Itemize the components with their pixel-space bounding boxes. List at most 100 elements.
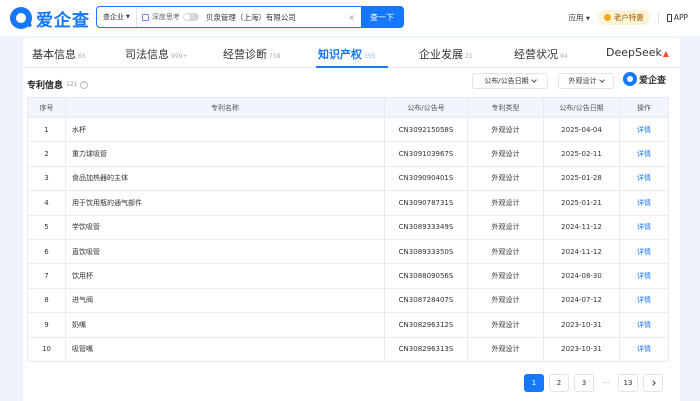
cell-type: 外观设计 — [467, 190, 544, 216]
cell-pub-no: CN308933350S — [384, 238, 468, 265]
app-download-link[interactable]: APP — [666, 13, 688, 22]
header-right: 应用 ▼ 老户特惠 APP — [569, 10, 688, 25]
logo-mark-icon — [10, 7, 32, 29]
search-box: 查企业 ▼ 深度思考 × 查一下 — [96, 6, 404, 28]
cell-name: 水杯 — [65, 116, 385, 143]
clear-icon[interactable]: × — [342, 13, 361, 22]
deep-think-toggle[interactable]: 深度思考 — [137, 12, 204, 22]
pagination: 1 2 3 ··· 13 — [524, 374, 663, 392]
tab-operating-status[interactable]: 经营状况 94 — [514, 46, 568, 62]
details-link[interactable]: 详情 — [637, 199, 651, 207]
patent-type-select[interactable]: 外观设计 — [558, 73, 614, 89]
chevron-down-icon — [598, 77, 605, 83]
date-sort-label: 公布/公告日期 — [484, 77, 529, 85]
page-button-last[interactable]: 13 — [618, 374, 638, 392]
col-header-op: 操作 — [619, 97, 669, 118]
cell-name: 进气阀 — [65, 287, 385, 314]
details-link[interactable]: 详情 — [637, 150, 651, 158]
details-link[interactable]: 详情 — [637, 126, 651, 134]
cell-date: 2024-11-12 — [543, 238, 620, 265]
tab-business-diagnosis[interactable]: 经营诊断 758 — [223, 46, 280, 62]
cell-no: 10 — [27, 336, 66, 362]
cell-op: 详情 — [619, 238, 669, 265]
help-icon[interactable]: ? — [80, 80, 89, 89]
tab-label: DeepSeek — [606, 46, 662, 59]
cell-op: 详情 — [619, 190, 669, 216]
details-link[interactable]: 详情 — [637, 248, 651, 256]
cell-date: 2024-08-30 — [543, 263, 620, 289]
details-link[interactable]: 详情 — [637, 223, 651, 231]
search-button[interactable]: 查一下 — [361, 7, 403, 27]
cell-date: 2025-01-21 — [543, 190, 620, 216]
cell-pub-no: CN308296313S — [384, 336, 468, 362]
tab-count: 355 — [364, 53, 376, 60]
cell-date: 2024-07-12 — [543, 287, 620, 314]
app-menu-label: 应用 — [568, 13, 584, 22]
app-label: APP — [673, 13, 688, 22]
cell-date: 2024-11-12 — [543, 214, 620, 240]
toggle-switch[interactable] — [182, 13, 199, 21]
cell-type: 外观设计 — [467, 165, 544, 192]
table-header-row: 序号 专利名称 公布/公告号 专利类型 公布/公告日期 操作 — [27, 97, 669, 118]
details-link[interactable]: 详情 — [637, 174, 651, 182]
col-header-type: 专利类型 — [467, 97, 544, 118]
cell-type: 外观设计 — [467, 141, 544, 167]
cell-no: 6 — [27, 238, 66, 265]
cell-type: 外观设计 — [467, 116, 544, 143]
table-row: 10 吸管嘴 CN308296313S 外观设计 2023-10-31 详情 — [27, 336, 669, 362]
logo[interactable]: 爱企查 — [10, 6, 90, 31]
cell-name: 用于饮用瓶的通气部件 — [65, 190, 385, 216]
cell-name: 饮用杯 — [65, 263, 385, 289]
search-scope-label: 查企业 — [103, 13, 124, 21]
tab-count: 999+ — [171, 53, 188, 60]
cell-name: 直饮吸管 — [65, 238, 385, 265]
divider — [657, 12, 659, 23]
top-header: 爱企查 查企业 ▼ 深度思考 × 查一下 应用 ▼ 老户特惠 APP — [0, 0, 700, 36]
tab-label: 企业发展 — [419, 48, 463, 61]
tab-basic-info[interactable]: 基本信息 65 — [32, 46, 86, 62]
page-button-1[interactable]: 1 — [524, 374, 544, 392]
patent-table: 序号 专利名称 公布/公告号 专利类型 公布/公告日期 操作 1 水杯 CN3092… — [27, 97, 669, 362]
cell-name: 奶嘴 — [65, 312, 385, 338]
details-link[interactable]: 详情 — [637, 296, 651, 304]
tab-enterprise-development[interactable]: 企业发展 21 — [419, 46, 473, 62]
cell-pub-no: CN308728407S — [384, 287, 468, 314]
cell-op: 详情 — [619, 116, 669, 143]
section-title-text: 专利信息 — [27, 81, 64, 91]
tab-deepseek[interactable]: DeepSeek▲ — [606, 46, 669, 59]
cell-name: 吸管嘴 — [65, 336, 385, 362]
cell-op: 详情 — [619, 287, 669, 314]
app-menu[interactable]: 应用 ▼ — [569, 12, 590, 23]
tab-judicial-info[interactable]: 司法信息 999+ — [125, 46, 187, 62]
brand-watermark: 爱企查 — [623, 72, 666, 86]
page-button-3[interactable]: 3 — [574, 374, 594, 392]
cell-pub-no: CN309090401S — [384, 165, 468, 192]
search-input[interactable] — [203, 12, 343, 22]
col-header-name: 专利名称 — [65, 97, 385, 118]
cell-name: 食品加热器的主体 — [65, 165, 385, 192]
tab-count: 758 — [269, 53, 281, 60]
vip-badge[interactable]: 老户特惠 — [597, 10, 650, 25]
cell-pub-no: CN309215058S — [384, 116, 468, 143]
table-row: 3 食品加热器的主体 CN309090401S 外观设计 2025-01-28 详情 — [27, 165, 669, 192]
details-link[interactable]: 详情 — [637, 345, 651, 353]
tab-bar: 基本信息 65 司法信息 999+ 经营诊断 758 知识产权 355 企业发展 21 经… — [23, 38, 680, 68]
details-link[interactable]: 详情 — [637, 272, 651, 280]
cell-op: 详情 — [619, 312, 669, 338]
details-link[interactable]: 详情 — [637, 321, 651, 329]
section-count: 121 — [66, 81, 78, 88]
caret-down-icon: ▼ — [126, 14, 130, 20]
cell-op: 详情 — [619, 336, 669, 362]
cell-no: 4 — [27, 190, 66, 216]
tab-intellectual-property[interactable]: 知识产权 355 — [318, 46, 375, 62]
next-page-button[interactable] — [643, 374, 663, 392]
table-row: 5 学饮吸管 CN308933349S 外观设计 2024-11-12 详情 — [27, 214, 669, 240]
crown-icon — [603, 14, 611, 21]
page-button-2[interactable]: 2 — [549, 374, 569, 392]
table-row: 6 直饮吸管 CN308933350S 外观设计 2024-11-12 详情 — [27, 238, 669, 265]
cell-op: 详情 — [619, 141, 669, 167]
date-sort-select[interactable]: 公布/公告日期 — [472, 73, 548, 89]
table-row: 9 奶嘴 CN308296312S 外观设计 2023-10-31 详情 — [27, 312, 669, 338]
cell-type: 外观设计 — [467, 214, 544, 240]
search-scope-select[interactable]: 查企业 ▼ — [97, 7, 137, 27]
